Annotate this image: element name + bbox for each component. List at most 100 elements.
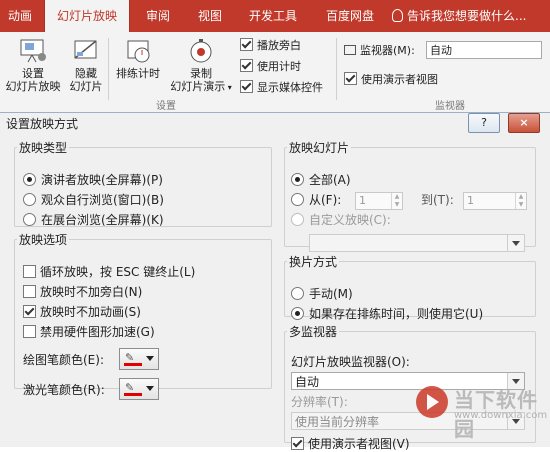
play-narrations-label: 播放旁白 — [257, 39, 301, 52]
no-animation-checkbox[interactable]: 放映时不加动画(S) — [23, 304, 141, 320]
setup-slide-show-button[interactable]: 设置 幻灯片放映 — [2, 38, 64, 93]
checkbox-label: 禁用硬件图形加速(G) — [40, 325, 155, 339]
tab-baidu-netdisk[interactable]: 百度网盘 — [316, 0, 384, 32]
setup-show-label-1: 设置 — [22, 67, 44, 80]
ribbon-separator — [108, 38, 109, 100]
use-presenter-view-checkbox[interactable]: 使用演示者视图(V) — [291, 436, 410, 452]
no-narration-checkbox[interactable]: 放映时不加旁白(N) — [23, 284, 142, 300]
setup-show-label-2: 幻灯片放映 — [5, 80, 61, 93]
show-type-group: 放映类型 演讲者放映(全屏幕)(P) 观众自行浏览(窗口)(B) 在展台浏览(全… — [14, 139, 272, 227]
from-spinner[interactable]: 1 ▲ ▼ — [355, 192, 403, 210]
pen-color-swatch — [124, 363, 142, 366]
help-button[interactable]: ? — [468, 113, 500, 133]
show-options-legend: 放映选项 — [19, 233, 68, 247]
radio-icon — [23, 213, 36, 226]
rehearse-timings-button[interactable]: 排练计时 — [112, 38, 164, 80]
hide-slide-label-1: 隐藏 — [75, 67, 97, 80]
radio-label: 如果存在排练时间，则使用它(U) — [309, 307, 484, 321]
laser-color-picker[interactable]: ✎ — [119, 378, 159, 400]
show-media-controls-checkbox[interactable]: 显示媒体控件 — [240, 80, 323, 94]
tab-slide-show[interactable]: 幻灯片放映 — [44, 0, 130, 32]
to-label: 到(T): — [421, 193, 454, 207]
checkbox-icon — [23, 325, 36, 338]
slide-show-monitor-label: 幻灯片放映监视器(O): — [291, 355, 410, 369]
monitor-icon — [344, 45, 356, 55]
radio-all-slides[interactable]: 全部(A) — [291, 172, 351, 188]
record-slide-show-button[interactable]: 录制 幻灯片演示 ▾ — [166, 38, 236, 94]
checkbox-icon — [23, 285, 36, 298]
monitor-select-value: 自动 — [295, 375, 320, 389]
checkbox-icon — [240, 80, 253, 93]
show-slides-group: 放映幻灯片 全部(A) 从(F): 1 ▲ ▼ 到(T): 1 ▲ ▼ 自定义放映(C)… — [284, 139, 536, 252]
custom-show-select[interactable] — [309, 234, 525, 252]
checkbox-label: 放映时不加旁白(N) — [40, 285, 143, 299]
radio-presenter-fullscreen[interactable]: 演讲者放映(全屏幕)(P) — [23, 172, 163, 188]
resolution-label: 分辨率(T): — [291, 395, 348, 409]
tab-review[interactable]: 审阅 — [134, 0, 182, 32]
radio-label: 演讲者放映(全屏幕)(P) — [41, 173, 163, 187]
pen-color-label: 绘图笔颜色(E): — [23, 353, 104, 367]
chevron-down-icon — [507, 235, 524, 251]
radio-label: 从(F): — [309, 193, 342, 207]
radio-icon — [291, 193, 304, 206]
radio-icon — [291, 287, 304, 300]
laser-color-label: 激光笔颜色(R): — [23, 383, 105, 397]
tell-me-text: 告诉我您想要做什么... — [407, 9, 527, 23]
from-value: 1 — [359, 194, 366, 207]
chevron-down-icon: ▾ — [225, 83, 232, 92]
dialog-title: 设置放映方式 — [6, 117, 79, 131]
radio-manual[interactable]: 手动(M) — [291, 286, 353, 302]
stopwatch-icon — [127, 40, 150, 63]
pen-color-picker[interactable]: ✎ — [119, 348, 159, 370]
monitor-select[interactable]: 自动 — [426, 41, 542, 59]
record-label-2: 幻灯片演示 — [170, 80, 226, 93]
to-value: 1 — [467, 194, 474, 207]
advance-slides-group: 换片方式 手动(M) 如果存在排练时间，则使用它(U) — [284, 253, 536, 321]
checkbox-icon — [23, 265, 36, 278]
checkbox-icon — [291, 437, 304, 450]
checkbox-label: 循环放映，按 ESC 键终止(L) — [40, 265, 196, 279]
ribbon-panel: 设置 幻灯片放映 隐藏 幻灯片 排练计时 录制 幻灯片演示 ▾ 播放旁白 使用计… — [0, 32, 550, 113]
tab-view[interactable]: 视图 — [186, 0, 234, 32]
checkbox-label: 放映时不加动画(S) — [40, 305, 141, 319]
hide-slide-label-2: 幻灯片 — [69, 80, 103, 93]
monitor-label: 监视器(M): — [344, 44, 415, 57]
radio-label: 观众自行浏览(窗口)(B) — [41, 193, 164, 207]
disable-hw-accel-checkbox[interactable]: 禁用硬件图形加速(G) — [23, 324, 155, 340]
show-media-controls-label: 显示媒体控件 — [257, 81, 323, 94]
radio-icon — [23, 173, 36, 186]
use-presenter-view-checkbox[interactable]: 使用演示者视图 — [344, 72, 438, 86]
radio-icon — [291, 307, 304, 320]
show-options-group: 放映选项 循环放映，按 ESC 键终止(L) 放映时不加旁白(N) 放映时不加动… — [14, 231, 272, 400]
use-presenter-view-label: 使用演示者视图 — [361, 73, 438, 86]
radio-browsed-window[interactable]: 观众自行浏览(窗口)(B) — [23, 192, 164, 208]
radio-kiosk-fullscreen[interactable]: 在展台浏览(全屏幕)(K) — [23, 212, 164, 228]
setup-show-icon — [20, 39, 46, 63]
record-icon — [190, 39, 212, 63]
radio-use-timings[interactable]: 如果存在排练时间，则使用它(U) — [291, 306, 483, 322]
radio-custom-show[interactable]: 自定义放映(C): — [291, 212, 391, 228]
tab-animation[interactable]: 动画 — [0, 0, 40, 32]
advance-legend: 换片方式 — [289, 255, 338, 269]
checkbox-icon — [23, 305, 36, 318]
tab-developer[interactable]: 开发工具 — [240, 0, 306, 32]
hide-slide-button[interactable]: 隐藏 幻灯片 — [66, 38, 106, 93]
lightbulb-icon — [392, 9, 403, 22]
to-spinner[interactable]: 1 ▲ ▼ — [463, 192, 527, 210]
site-watermark: 当下软件园 www.downxia.com — [414, 378, 550, 446]
close-button[interactable]: × — [508, 113, 540, 133]
radio-from-slide[interactable]: 从(F): — [291, 192, 341, 208]
checkbox-label: 使用演示者视图(V) — [308, 437, 410, 451]
rehearse-label: 排练计时 — [116, 67, 160, 80]
checkbox-icon — [240, 59, 253, 72]
chevron-down-icon — [146, 356, 154, 361]
tell-me-search[interactable]: 告诉我您想要做什么... — [392, 0, 550, 32]
use-timings-checkbox[interactable]: 使用计时 — [240, 59, 301, 73]
play-narrations-checkbox[interactable]: 播放旁白 — [240, 38, 301, 52]
watermark-url: www.downxia.com — [454, 410, 548, 421]
loop-until-esc-checkbox[interactable]: 循环放映，按 ESC 键终止(L) — [23, 264, 195, 280]
resolution-value: 使用当前分辨率 — [295, 415, 380, 429]
radio-icon — [23, 193, 36, 206]
show-type-legend: 放映类型 — [19, 141, 68, 155]
radio-icon — [291, 173, 304, 186]
